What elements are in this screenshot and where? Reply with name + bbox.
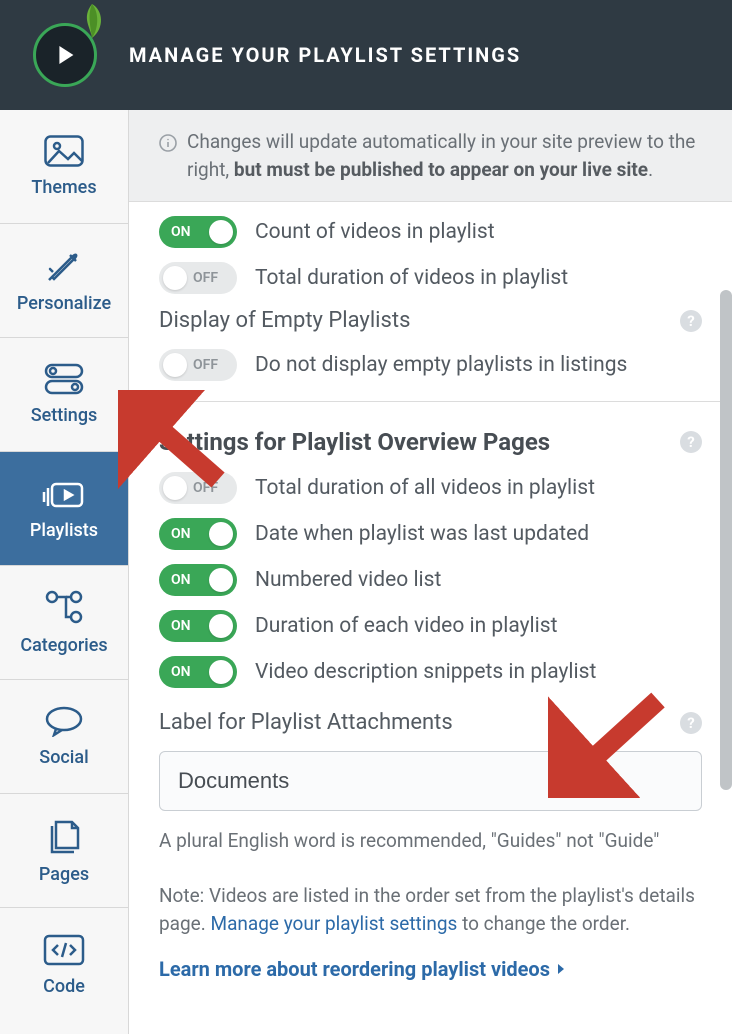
sidebar-item-personalize[interactable]: Personalize [0, 224, 128, 338]
sidebar-item-social[interactable]: Social [0, 680, 128, 794]
sidebar-item-label: Personalize [17, 293, 111, 314]
svg-text:?: ? [687, 433, 694, 451]
chevron-right-icon [556, 962, 566, 976]
app-header: MANAGE YOUR PLAYLIST SETTINGS [0, 0, 732, 110]
reorder-note: Note: Videos are listed in the order set… [159, 882, 702, 937]
toggle-overview-total-duration[interactable]: OFF [159, 472, 237, 504]
sitemap-icon [44, 589, 84, 625]
sidebar-item-themes[interactable]: Themes [0, 110, 128, 224]
leaf-icon [79, 4, 105, 38]
image-icon [44, 135, 84, 167]
sidebar: Themes Personalize Settings Playlists Ca… [0, 110, 129, 1034]
pencil-icon [46, 247, 82, 283]
svg-text:?: ? [687, 714, 694, 732]
sidebar-item-playlists[interactable]: Playlists [0, 452, 128, 566]
toggle-total-duration-listing[interactable]: OFF [159, 262, 237, 294]
sidebar-item-label: Playlists [30, 520, 98, 541]
toggle-overview-date-updated[interactable]: ON [159, 518, 237, 550]
sidebar-item-label: Pages [39, 864, 89, 885]
help-icon[interactable]: ? [680, 712, 702, 734]
sidebar-item-label: Themes [31, 177, 96, 198]
attachments-label-input[interactable] [159, 751, 702, 811]
toggle-label: Video description snippets in playlist [255, 660, 596, 684]
info-icon [159, 132, 177, 160]
sidebar-item-pages[interactable]: Pages [0, 794, 128, 908]
main-content: Changes will update automatically in you… [129, 110, 732, 1034]
help-icon[interactable]: ? [680, 431, 702, 453]
toggle-label: Date when playlist was last updated [255, 522, 589, 546]
toggle-count-videos[interactable]: ON [159, 216, 237, 248]
page-title: MANAGE YOUR PLAYLIST SETTINGS [129, 43, 521, 67]
pages-icon [46, 816, 82, 854]
toggle-hide-empty-playlists[interactable]: OFF [159, 349, 237, 381]
section-title-attachments: Label for Playlist Attachments [159, 710, 453, 735]
section-title-empty-playlists: Display of Empty Playlists [159, 308, 410, 333]
sidebar-item-categories[interactable]: Categories [0, 566, 128, 680]
sidebar-item-settings[interactable]: Settings [0, 338, 128, 452]
info-banner: Changes will update automatically in you… [129, 110, 732, 202]
toggle-overview-video-duration[interactable]: ON [159, 610, 237, 642]
toggle-label: Total duration of all videos in playlist [255, 476, 595, 500]
divider [129, 401, 732, 402]
toggles-icon [44, 363, 84, 395]
toggle-label: Duration of each video in playlist [255, 614, 557, 638]
toggle-label: Do not display empty playlists in listin… [255, 353, 627, 377]
toggle-label: Total duration of videos in playlist [255, 266, 568, 290]
sidebar-item-label: Code [43, 976, 85, 997]
sidebar-item-label: Social [39, 747, 88, 768]
toggle-overview-numbered-list[interactable]: ON [159, 564, 237, 596]
sidebar-item-label: Settings [31, 405, 98, 426]
help-icon[interactable]: ? [680, 310, 702, 332]
sidebar-item-code[interactable]: Code [0, 908, 128, 1022]
sidebar-item-label: Categories [20, 635, 107, 656]
manage-settings-link[interactable]: Manage your playlist settings [210, 912, 457, 935]
svg-text:?: ? [687, 312, 694, 330]
attachments-hint: A plural English word is recommended, "G… [159, 829, 702, 852]
learn-more-link[interactable]: Learn more about reordering playlist vid… [159, 957, 702, 981]
toggle-label: Count of videos in playlist [255, 220, 495, 244]
section-title-overview: Settings for Playlist Overview Pages [159, 428, 550, 456]
toggle-overview-description-snippets[interactable]: ON [159, 656, 237, 688]
scrollbar[interactable] [720, 290, 732, 790]
speech-icon [44, 705, 84, 737]
info-text: Changes will update automatically in you… [187, 128, 702, 183]
toggle-label: Numbered video list [255, 568, 441, 592]
code-icon [43, 934, 85, 966]
app-logo[interactable] [0, 0, 129, 110]
playlist-icon [42, 476, 86, 510]
